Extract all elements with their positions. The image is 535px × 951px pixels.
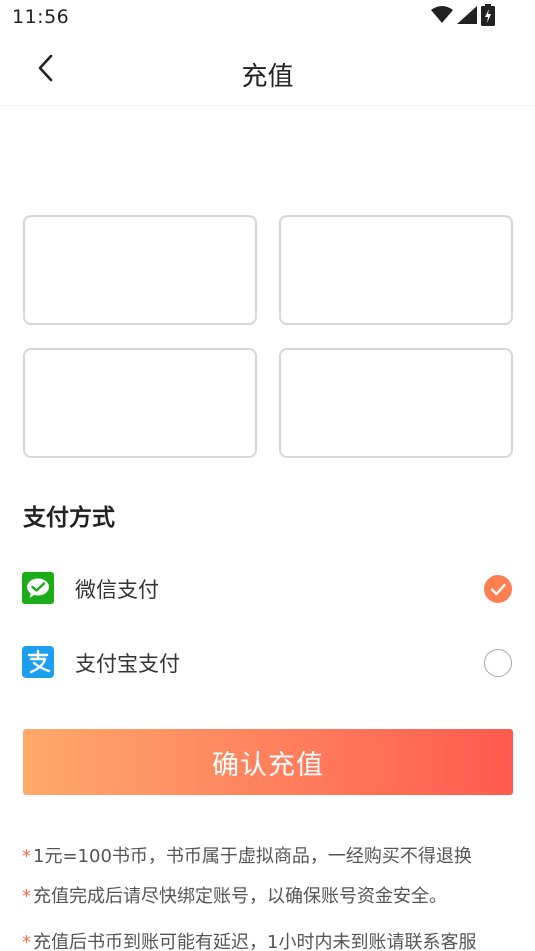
recharge-option-card[interactable] — [23, 348, 257, 458]
asterisk-mark: * — [22, 886, 31, 907]
notice-item: * 充值完成后请尽快绑定账号，以确保账号资金安全。 — [22, 882, 447, 908]
recharge-option-card[interactable] — [279, 215, 513, 325]
signal-icon — [457, 6, 477, 28]
notice-text: 充值完成后请尽快绑定账号，以确保账号资金安全。 — [33, 886, 447, 907]
payment-method-title: 支付方式 — [23, 505, 115, 531]
payment-option-label: 支付宝支付 — [75, 652, 180, 676]
asterisk-mark: * — [22, 846, 31, 867]
wifi-icon — [431, 6, 453, 28]
notice-item: * 1元=100书币，书币属于虚拟商品，一经购买不得退换 — [22, 842, 472, 868]
confirm-recharge-button[interactable]: 确认充值 — [23, 729, 513, 795]
recharge-option-card[interactable] — [23, 215, 257, 325]
recharge-option-card[interactable] — [279, 348, 513, 458]
page-title: 充值 — [241, 62, 294, 92]
battery-icon — [481, 4, 495, 30]
confirm-recharge-label: 确认充值 — [212, 749, 324, 781]
status-icons — [431, 4, 495, 30]
status-time: 11:56 — [12, 6, 70, 28]
notice-text: 充值后书币到账可能有延迟，1小时内未到账请联系客服 — [33, 932, 477, 951]
status-bar: 11:56 — [0, 0, 535, 36]
radio-unchecked-icon[interactable] — [484, 649, 512, 677]
notice-item: * 充值后书币到账可能有延迟，1小时内未到账请联系客服 — [22, 928, 476, 951]
asterisk-mark: * — [22, 932, 31, 951]
payment-option-wechat[interactable]: 微信支付 — [0, 558, 535, 618]
payment-option-alipay[interactable]: 支付宝支付 — [0, 632, 535, 692]
app-header: 充值 — [0, 36, 535, 106]
alipay-icon — [22, 646, 54, 678]
wechat-pay-icon — [22, 572, 54, 604]
radio-checked-icon[interactable] — [484, 575, 512, 603]
payment-option-label: 微信支付 — [75, 578, 159, 602]
notice-text: 1元=100书币，书币属于虚拟商品，一经购买不得退换 — [33, 846, 472, 867]
